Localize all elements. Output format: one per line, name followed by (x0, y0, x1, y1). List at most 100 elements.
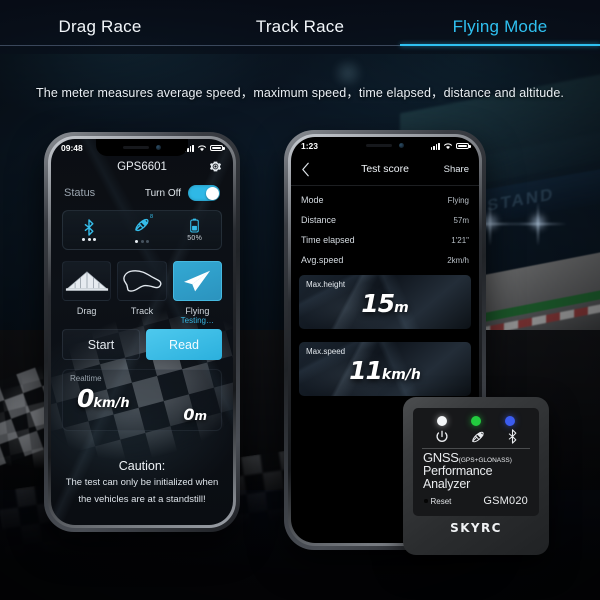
mode-label: Drag (76, 306, 97, 316)
mode-label: Track (130, 306, 154, 316)
caution-block: Caution: The test can only be initialize… (62, 459, 222, 507)
status-label: Status (64, 187, 96, 199)
row-value: 2km/h (447, 255, 469, 265)
realtime-altitude: 0m (183, 405, 207, 424)
row-key: Time elapsed (301, 235, 355, 245)
row-key: Avg.speed (301, 255, 344, 265)
front-camera (399, 143, 404, 148)
brand-logo: SKYRC (450, 521, 502, 535)
bluetooth-icon (85, 219, 94, 236)
gear-icon[interactable] (209, 160, 222, 173)
satellite-count-badge: 8 (149, 214, 153, 220)
device-bottom-row: Reset GSM020 (421, 495, 531, 507)
tab-label: Track Race (255, 17, 345, 36)
reset-pinhole[interactable] (424, 499, 428, 503)
mode-label: Flying (185, 306, 210, 316)
gnss-subtext: (GPS+GLONASS) (458, 457, 512, 464)
realtime-speed-value: 0 (77, 384, 94, 413)
earpiece-speaker (123, 146, 149, 149)
tab-drag-race[interactable]: Drag Race (0, 0, 200, 54)
app-header: GPS6601 (62, 161, 222, 173)
power-led (437, 416, 447, 426)
battery-percent-label: 50% (187, 235, 203, 242)
realtime-altitude-unit: m (194, 409, 207, 423)
light-ray (509, 223, 567, 225)
device-name-title: GPS6601 (117, 161, 167, 173)
mode-button-track[interactable]: Track (117, 261, 167, 325)
result-row-mode: Mode Flying (291, 190, 479, 210)
device-faceplate: GNSS(GPS+GLONASS) Performance Analyzer R… (413, 408, 539, 516)
gnss-analyzer-device: GNSS(GPS+GLONASS) Performance Analyzer R… (403, 397, 549, 555)
metric-unit: km/h (381, 366, 421, 383)
metric-label: Max.speed (306, 347, 346, 356)
caution-line-2: the vehicles are at a standstill! (78, 493, 206, 505)
result-row-avg-speed: Avg.speed 2km/h (291, 250, 479, 270)
tab-underline (400, 44, 600, 46)
tab-underline (200, 45, 400, 46)
device-title-line-2: Performance (423, 463, 493, 478)
device-model-number: GSM020 (483, 495, 528, 508)
battery-status[interactable]: 50% (168, 218, 221, 242)
status-time: 1:23 (301, 141, 319, 151)
bluetooth-status[interactable] (63, 219, 116, 241)
cellular-signal-icon (430, 142, 440, 150)
phone-notch (339, 137, 431, 154)
mode-selector: Drag Track Flying Testing… (62, 261, 222, 325)
satellite-signal-dots (135, 240, 149, 243)
paper-plane-icon (184, 270, 211, 292)
metric-value: 15 (361, 288, 395, 318)
device-led-row (421, 416, 531, 426)
status-indicators (430, 142, 471, 150)
metric-value-group: 15m (299, 289, 471, 318)
tab-label: Drag Race (58, 17, 142, 36)
satellite-led (471, 416, 481, 426)
nav-divider (291, 185, 479, 186)
feature-description: The meter measures average speed，maximum… (36, 86, 564, 100)
connection-status-card: 8 50% (62, 210, 222, 250)
caution-heading: Caution: (118, 459, 166, 473)
read-button[interactable]: Read (146, 329, 222, 360)
mode-icon-box (172, 261, 222, 301)
row-value: 57m (453, 215, 469, 225)
left-phone-screen: 09:48 GPS6601 Status Turn Off 8 50% Drag… (51, 139, 233, 525)
start-button[interactable]: Start (62, 329, 140, 360)
power-icon (435, 430, 448, 442)
satellite-status[interactable]: 8 (116, 214, 169, 243)
wifi-icon (443, 143, 453, 150)
bluetooth-icon (508, 429, 516, 444)
bluetooth-signal-dots (82, 238, 97, 241)
action-buttons: Start Read (62, 329, 222, 360)
metric-card-max-speed: Max.speed 11km/h (299, 342, 471, 396)
reset-label: Reset (430, 496, 452, 506)
caution-line-1: The test can only be initialized when (65, 477, 219, 488)
mode-icon-box (62, 261, 112, 301)
row-value: Flying (447, 195, 469, 205)
toggle-label: Turn Off (144, 187, 181, 199)
gnss-text: GNSS (423, 450, 459, 465)
tab-flying-mode[interactable]: Flying Mode (400, 0, 600, 54)
tab-underline (0, 45, 200, 46)
metric-card-max-height: Max.height 15m (299, 275, 471, 329)
device-labeling: GNSS(GPS+GLONASS) Performance Analyzer (421, 449, 531, 491)
metric-value: 11 (349, 355, 383, 385)
status-toggle-row: Status Turn Off (62, 185, 222, 201)
status-indicators (184, 144, 225, 152)
phone-bezel: 09:48 GPS6601 Status Turn Off 8 50% Drag… (48, 136, 236, 528)
tab-track-race[interactable]: Track Race (200, 0, 400, 54)
mode-button-drag[interactable]: Drag (62, 261, 112, 325)
reset-control[interactable]: Reset (424, 497, 451, 506)
nav-bar: Test score Share (291, 159, 479, 179)
realtime-speed-unit: km/h (93, 396, 130, 411)
row-value: 1'21" (451, 235, 469, 245)
metric-value-group: 11km/h (299, 356, 471, 385)
share-button[interactable]: Share (444, 164, 469, 175)
bluetooth-led (505, 416, 515, 426)
realtime-panel: Realtime 0km/h 0m (62, 369, 222, 431)
row-key: Distance (301, 215, 337, 225)
mode-tabbar: Drag Race Track Race Flying Mode (0, 0, 600, 54)
power-toggle-switch[interactable] (188, 185, 220, 201)
realtime-speed: 0km/h (77, 384, 130, 413)
mode-button-flying[interactable]: Flying Testing… (172, 261, 222, 325)
front-camera (156, 145, 161, 150)
device-icon-row (421, 426, 531, 444)
